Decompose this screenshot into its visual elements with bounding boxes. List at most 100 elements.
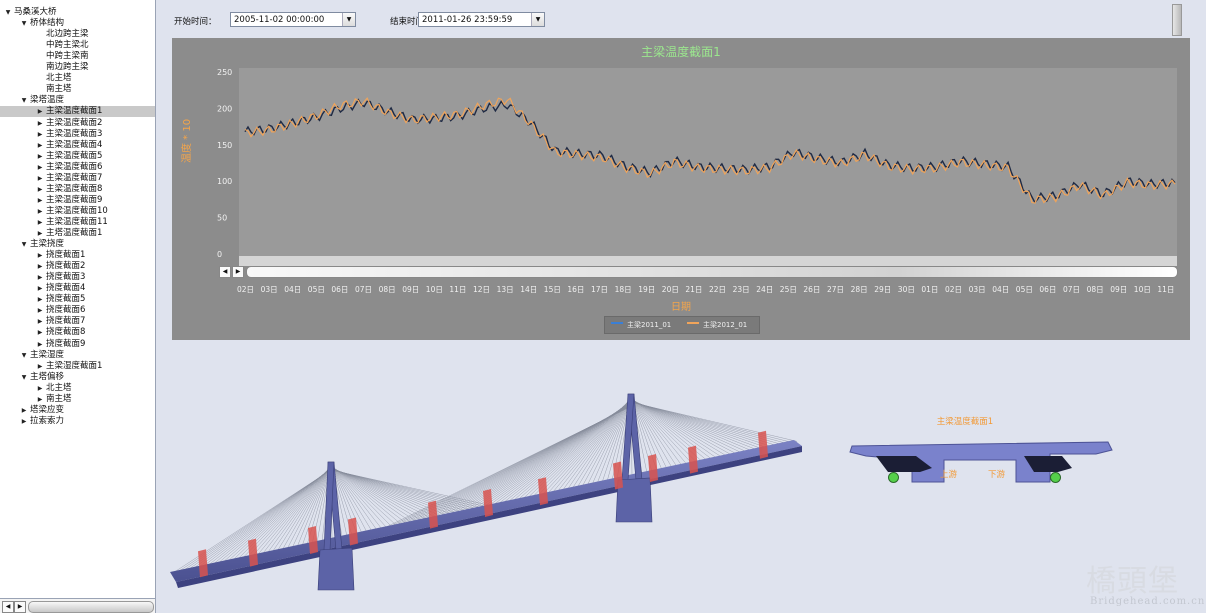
collapse-arrow-icon[interactable]: ▶ xyxy=(36,250,44,261)
expand-arrow-icon[interactable]: ▼ xyxy=(20,18,28,29)
tree-item-label: 挠度截面9 xyxy=(46,338,86,349)
scroll-left-icon[interactable]: ◀ xyxy=(219,266,231,278)
tree-item[interactable]: ▼ 梁塔温度 xyxy=(0,95,155,106)
collapse-arrow-icon[interactable]: ▶ xyxy=(36,228,44,239)
tree-item[interactable]: ▼ 桥体结构 xyxy=(0,18,155,29)
tree-item-label: 主梁湿度 xyxy=(30,349,65,360)
tree-item[interactable]: ▶ 主梁温度截面11 xyxy=(0,216,155,228)
tree-item[interactable]: ▶ 挠度截面6 xyxy=(0,305,155,316)
tree-item[interactable]: ▶ 主梁温度截面7 xyxy=(0,173,155,184)
expand-arrow-icon[interactable]: ▼ xyxy=(4,7,12,18)
collapse-arrow-icon[interactable]: ▶ xyxy=(36,151,44,162)
tree-item[interactable]: ▼ 马桑溪大桥 xyxy=(0,7,155,18)
collapse-arrow-icon[interactable]: ▶ xyxy=(36,283,44,294)
tree-item[interactable]: ▶ 主梁湿度截面1 xyxy=(0,361,155,372)
tree-item[interactable]: ▼ 主梁湿度 xyxy=(0,349,155,361)
tree-item[interactable]: ▶ 挠度截面5 xyxy=(0,294,155,305)
y-tick-label: 0 xyxy=(217,250,222,259)
collapse-arrow-icon[interactable]: ▶ xyxy=(36,327,44,338)
temperature-chart: 主梁温度截面1 0 50 100 150 200 250 温度 * 10 ◀ ▶ 02日 0… xyxy=(172,38,1190,340)
collapse-arrow-icon[interactable]: ▶ xyxy=(36,217,44,228)
x-tick-label: 26日 xyxy=(803,285,820,294)
expand-arrow-icon[interactable]: ▼ xyxy=(20,372,28,383)
collapse-arrow-icon[interactable]: ▶ xyxy=(36,305,44,316)
expand-arrow-icon[interactable]: ▼ xyxy=(20,350,28,361)
scroll-right-icon[interactable]: ▶ xyxy=(14,601,26,613)
collapse-arrow-icon[interactable]: ▶ xyxy=(36,184,44,195)
tree-item[interactable]: ▶ 拉索索力 xyxy=(0,416,155,427)
tree-item[interactable]: 南主塔 xyxy=(0,84,155,95)
collapse-arrow-icon[interactable]: ▶ xyxy=(36,162,44,173)
tree-item[interactable]: ▶ 主梁温度截面3 xyxy=(0,129,155,140)
tree-item-label: 主梁温度截面5 xyxy=(46,150,103,161)
chart-horizontal-scrollbar[interactable]: ◀ ▶ xyxy=(218,265,1178,278)
tree-item[interactable]: ▶ 主梁温度截面1 xyxy=(0,106,155,118)
tree-item[interactable]: ▶ 挠度截面7 xyxy=(0,316,155,327)
start-time-combo[interactable]: 2005-11-02 00:00:00 ▼ xyxy=(230,12,356,27)
collapse-arrow-icon[interactable]: ▶ xyxy=(36,394,44,405)
collapse-arrow-icon[interactable]: ▶ xyxy=(36,361,44,372)
chevron-down-icon[interactable]: ▼ xyxy=(531,13,544,26)
tree-item[interactable]: ▶ 主梁温度截面6 xyxy=(0,162,155,173)
x-tick-label: 15日 xyxy=(544,285,561,294)
collapse-arrow-icon[interactable]: ▶ xyxy=(36,383,44,394)
section-sensor-right[interactable] xyxy=(1050,472,1061,483)
collapse-arrow-icon[interactable]: ▶ xyxy=(36,261,44,272)
scroll-left-icon[interactable]: ◀ xyxy=(2,601,14,613)
tree-item[interactable]: 北主塔 xyxy=(0,73,155,84)
collapse-arrow-icon[interactable]: ▶ xyxy=(20,416,28,427)
tree-item[interactable]: ▶ 主塔温度截面1 xyxy=(0,228,155,239)
collapse-arrow-icon[interactable]: ▶ xyxy=(36,140,44,151)
tree-item[interactable]: ▶ 主梁温度截面10 xyxy=(0,206,155,217)
tree-scroll-thumb[interactable] xyxy=(28,601,154,613)
section-sensor-left[interactable] xyxy=(888,472,899,483)
collapse-arrow-icon[interactable]: ▶ xyxy=(36,129,44,140)
tree-item[interactable]: ▼ 主塔偏移 xyxy=(0,372,155,383)
tree-item[interactable]: ▼ 主梁挠度 xyxy=(0,239,155,250)
collapse-arrow-icon[interactable]: ▶ xyxy=(36,206,44,217)
collapse-arrow-icon[interactable]: ▶ xyxy=(36,272,44,283)
collapse-arrow-icon[interactable]: ▶ xyxy=(36,294,44,305)
chart-scroll-thumb[interactable] xyxy=(246,266,1178,278)
tree-item[interactable]: 南边跨主梁 xyxy=(0,62,155,73)
scroll-right-icon[interactable]: ▶ xyxy=(232,266,244,278)
collapse-arrow-icon[interactable]: ▶ xyxy=(36,316,44,327)
vertical-scroll-grip[interactable] xyxy=(1172,4,1182,36)
tree-item[interactable]: ▶ 主梁温度截面2 xyxy=(0,118,155,129)
tree-item[interactable]: ▶ 主梁温度截面4 xyxy=(0,140,155,151)
collapse-arrow-icon[interactable]: ▶ xyxy=(36,118,44,129)
collapse-arrow-icon[interactable]: ▶ xyxy=(36,339,44,350)
tree-item[interactable]: ▶ 挠度截面2 xyxy=(0,261,155,272)
chevron-down-icon[interactable]: ▼ xyxy=(342,13,355,26)
end-time-combo[interactable]: 2011-01-26 23:59:59 ▼ xyxy=(418,12,545,27)
tree-item[interactable]: ▶ 塔梁应变 xyxy=(0,405,155,416)
collapse-arrow-icon[interactable]: ▶ xyxy=(20,405,28,416)
collapse-arrow-icon[interactable]: ▶ xyxy=(36,195,44,206)
collapse-arrow-icon[interactable]: ▶ xyxy=(36,173,44,184)
tree-item[interactable]: ▶ 主梁温度截面8 xyxy=(0,183,155,195)
tree-item[interactable]: ▶ 挠度截面4 xyxy=(0,283,155,294)
tree-item[interactable]: 北边跨主梁 xyxy=(0,29,155,40)
tree-item[interactable]: 中跨主梁北 xyxy=(0,40,155,51)
tree-item[interactable]: ▶ 北主塔 xyxy=(0,383,155,394)
tree-horizontal-scrollbar[interactable]: ◀ ▶ xyxy=(0,599,156,613)
tree-item[interactable]: ▶ 挠度截面3 xyxy=(0,272,155,283)
x-tick-label: 08日 xyxy=(379,285,396,294)
collapse-arrow-icon[interactable]: ▶ xyxy=(36,106,44,117)
expand-arrow-icon[interactable]: ▼ xyxy=(20,239,28,250)
tree-item[interactable]: ▶ 挠度截面9 xyxy=(0,338,155,350)
tree-item[interactable]: ▶ 挠度截面1 xyxy=(0,250,155,261)
tree-item[interactable]: ▶ 主梁温度截面5 xyxy=(0,150,155,162)
tree-item[interactable]: ▶ 主梁温度截面9 xyxy=(0,195,155,206)
tree-item-label: 主梁温度截面8 xyxy=(46,183,103,194)
x-tick-label: 16日 xyxy=(567,285,584,294)
x-tick-label: 10日 xyxy=(426,285,443,294)
tree-item[interactable]: ▶ 挠度截面8 xyxy=(0,327,155,338)
tree-panel[interactable]: ▼ 马桑溪大桥 ▼ 桥体结构 北边跨主梁 中跨主梁北 中跨主梁南 南边跨主梁 北主塔 南主塔 ▼ 梁塔… xyxy=(0,0,156,599)
tree-item[interactable]: 中跨主梁南 xyxy=(0,51,155,62)
expand-arrow-icon[interactable]: ▼ xyxy=(20,95,28,106)
tree-item[interactable]: ▶ 南主塔 xyxy=(0,394,155,405)
tree-item-label: 主梁温度截面11 xyxy=(46,216,108,227)
bridge-3d-model[interactable] xyxy=(162,350,822,600)
cross-section-view: 主梁温度截面1 上游 下游 xyxy=(840,410,1130,510)
